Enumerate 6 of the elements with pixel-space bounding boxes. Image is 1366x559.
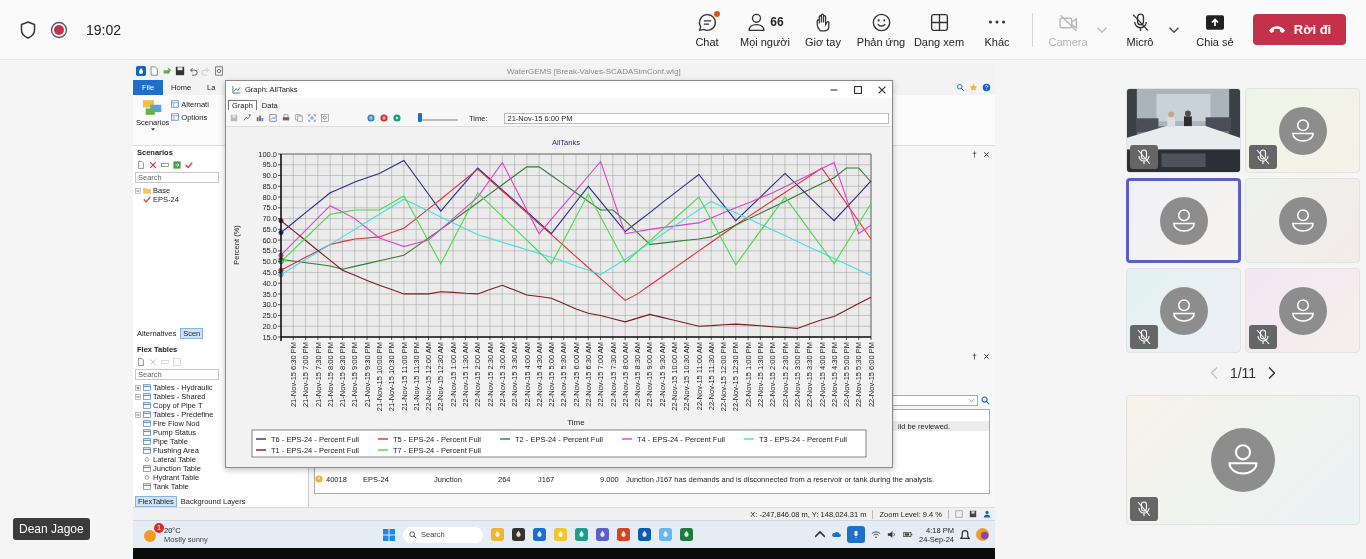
meeting-timer: 19:02 xyxy=(86,21,122,38)
participant-count: 66 xyxy=(770,15,784,29)
page-indicator: 1/11 xyxy=(1229,365,1257,381)
window-title: WaterGEMS [Break-Valves-SCADASimConf.wtg] xyxy=(507,66,681,76)
name-tag: Dean Jagoe xyxy=(13,518,90,540)
axis-title: Time xyxy=(567,418,585,427)
